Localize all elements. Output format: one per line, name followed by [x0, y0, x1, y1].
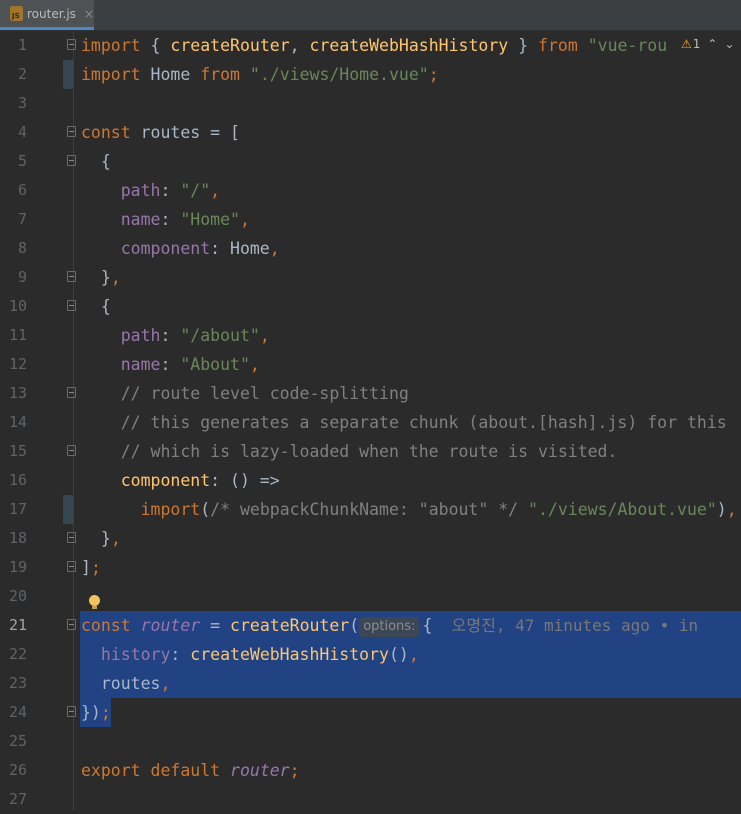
code-line: 3: [0, 89, 741, 118]
code-line: 21 const router = createRouter(options:{…: [0, 611, 741, 640]
line-number: 10: [8, 297, 27, 315]
line-number: 5: [17, 152, 27, 170]
fold-icon[interactable]: [67, 271, 76, 282]
line-number: 22: [8, 645, 27, 663]
fold-icon[interactable]: [67, 561, 76, 572]
code-line: 17 import(/* webpackChunkName: "about" *…: [0, 495, 741, 524]
code-text: path: "/about",: [81, 326, 270, 345]
line-number: 1: [17, 36, 27, 54]
code-line: 23 routes,: [0, 669, 741, 698]
code-text: import Home from "./views/Home.vue";: [81, 65, 439, 84]
js-file-icon: JS: [10, 6, 23, 21]
code-line: 19 ];: [0, 553, 741, 582]
code-line: 12 name: "About",: [0, 350, 741, 379]
lightbulb-icon[interactable]: [89, 595, 100, 609]
line-number: 12: [8, 355, 27, 373]
code-line: 5 {: [0, 147, 741, 176]
line-number: 17: [8, 500, 27, 518]
tab-router-js[interactable]: JS router.js ×: [0, 0, 94, 30]
tab-filename: router.js: [27, 6, 76, 21]
line-number: 9: [17, 268, 27, 286]
code-text: const routes = [: [81, 123, 240, 142]
code-line: 8 component: Home,: [0, 234, 741, 263]
code-text: import(/* webpackChunkName: "about" */ "…: [81, 500, 737, 519]
fold-icon[interactable]: [67, 445, 76, 456]
fold-icon[interactable]: [67, 300, 76, 311]
code-text: export default router;: [81, 761, 300, 780]
close-tab-icon[interactable]: ×: [84, 7, 94, 21]
code-line: 14 // this generates a separate chunk (a…: [0, 408, 741, 437]
code-line: 26 export default router;: [0, 756, 741, 785]
code-line: 9 },: [0, 263, 741, 292]
code-line: 13 // route level code-splitting: [0, 379, 741, 408]
code-line: 6 path: "/",: [0, 176, 741, 205]
fold-icon[interactable]: [67, 619, 76, 630]
code-comment: // this generates a separate chunk (abou…: [81, 413, 727, 432]
line-number: 7: [17, 210, 27, 228]
code-text: },: [81, 268, 121, 287]
code-text: routes,: [81, 674, 171, 693]
line-number: 4: [17, 123, 27, 141]
fold-icon[interactable]: [67, 532, 76, 543]
fold-icon[interactable]: [67, 155, 76, 166]
vcs-change-marker[interactable]: [63, 60, 73, 89]
line-number: 8: [17, 239, 27, 257]
fold-icon[interactable]: [67, 126, 76, 137]
line-number: 2: [17, 65, 27, 83]
code-line: 1 import { createRouter, createWebHashHi…: [0, 31, 741, 60]
selection-highlight: [80, 669, 741, 698]
line-number: 16: [8, 471, 27, 489]
line-number: 11: [8, 326, 27, 344]
code-comment: // which is lazy-loaded when the route i…: [81, 442, 618, 461]
line-number: 14: [8, 413, 27, 431]
fold-icon[interactable]: [67, 39, 76, 50]
fold-icon[interactable]: [67, 706, 76, 717]
line-number: 19: [8, 558, 27, 576]
code-line: 20: [0, 582, 741, 611]
code-line: 24 });: [0, 698, 741, 727]
git-blame-annotation[interactable]: 오명진, 47 minutes ago • in: [432, 616, 698, 635]
code-text: import { createRouter, createWebHashHist…: [81, 36, 668, 55]
code-line: 4 const routes = [: [0, 118, 741, 147]
code-line: 25: [0, 727, 741, 756]
line-number: 21: [8, 616, 27, 634]
line-number: 25: [8, 732, 27, 750]
code-text: },: [81, 529, 121, 548]
code-comment: // route level code-splitting: [81, 384, 409, 403]
line-number: 3: [17, 94, 27, 112]
code-text: ];: [81, 558, 101, 577]
code-text: component: () =>: [81, 471, 280, 490]
code-text: name: "Home",: [81, 210, 250, 229]
code-text: const router = createRouter(options:{ 오명…: [81, 616, 699, 637]
line-number: 20: [8, 587, 27, 605]
line-number: 24: [8, 703, 27, 721]
code-line: 22 history: createWebHashHistory(),: [0, 640, 741, 669]
code-line: 10 {: [0, 292, 741, 321]
line-number: 26: [8, 761, 27, 779]
code-text: });: [81, 703, 111, 722]
code-line: 2 import Home from "./views/Home.vue";: [0, 60, 741, 89]
code-line: 18 },: [0, 524, 741, 553]
code-text: history: createWebHashHistory(),: [81, 645, 419, 664]
code-text: component: Home,: [81, 239, 280, 258]
line-number: 18: [8, 529, 27, 547]
code-line: 11 path: "/about",: [0, 321, 741, 350]
code-line: 7 name: "Home",: [0, 205, 741, 234]
vcs-change-marker[interactable]: [63, 495, 73, 524]
code-text: {: [81, 297, 111, 316]
code-line: 16 component: () =>: [0, 466, 741, 495]
code-text: {: [81, 152, 111, 171]
fold-icon[interactable]: [67, 387, 76, 398]
line-number: 23: [8, 674, 27, 692]
line-number: 15: [8, 442, 27, 460]
editor-tab-bar: JS router.js ×: [0, 0, 741, 31]
code-text: name: "About",: [81, 355, 260, 374]
code-text: path: "/",: [81, 181, 221, 200]
line-number: 13: [8, 384, 27, 402]
line-number: 6: [17, 181, 27, 199]
parameter-hint: options:: [359, 617, 420, 637]
code-line: 15 // which is lazy-loaded when the rout…: [0, 437, 741, 466]
code-editor[interactable]: 1 import { createRouter, createWebHashHi…: [0, 31, 741, 810]
